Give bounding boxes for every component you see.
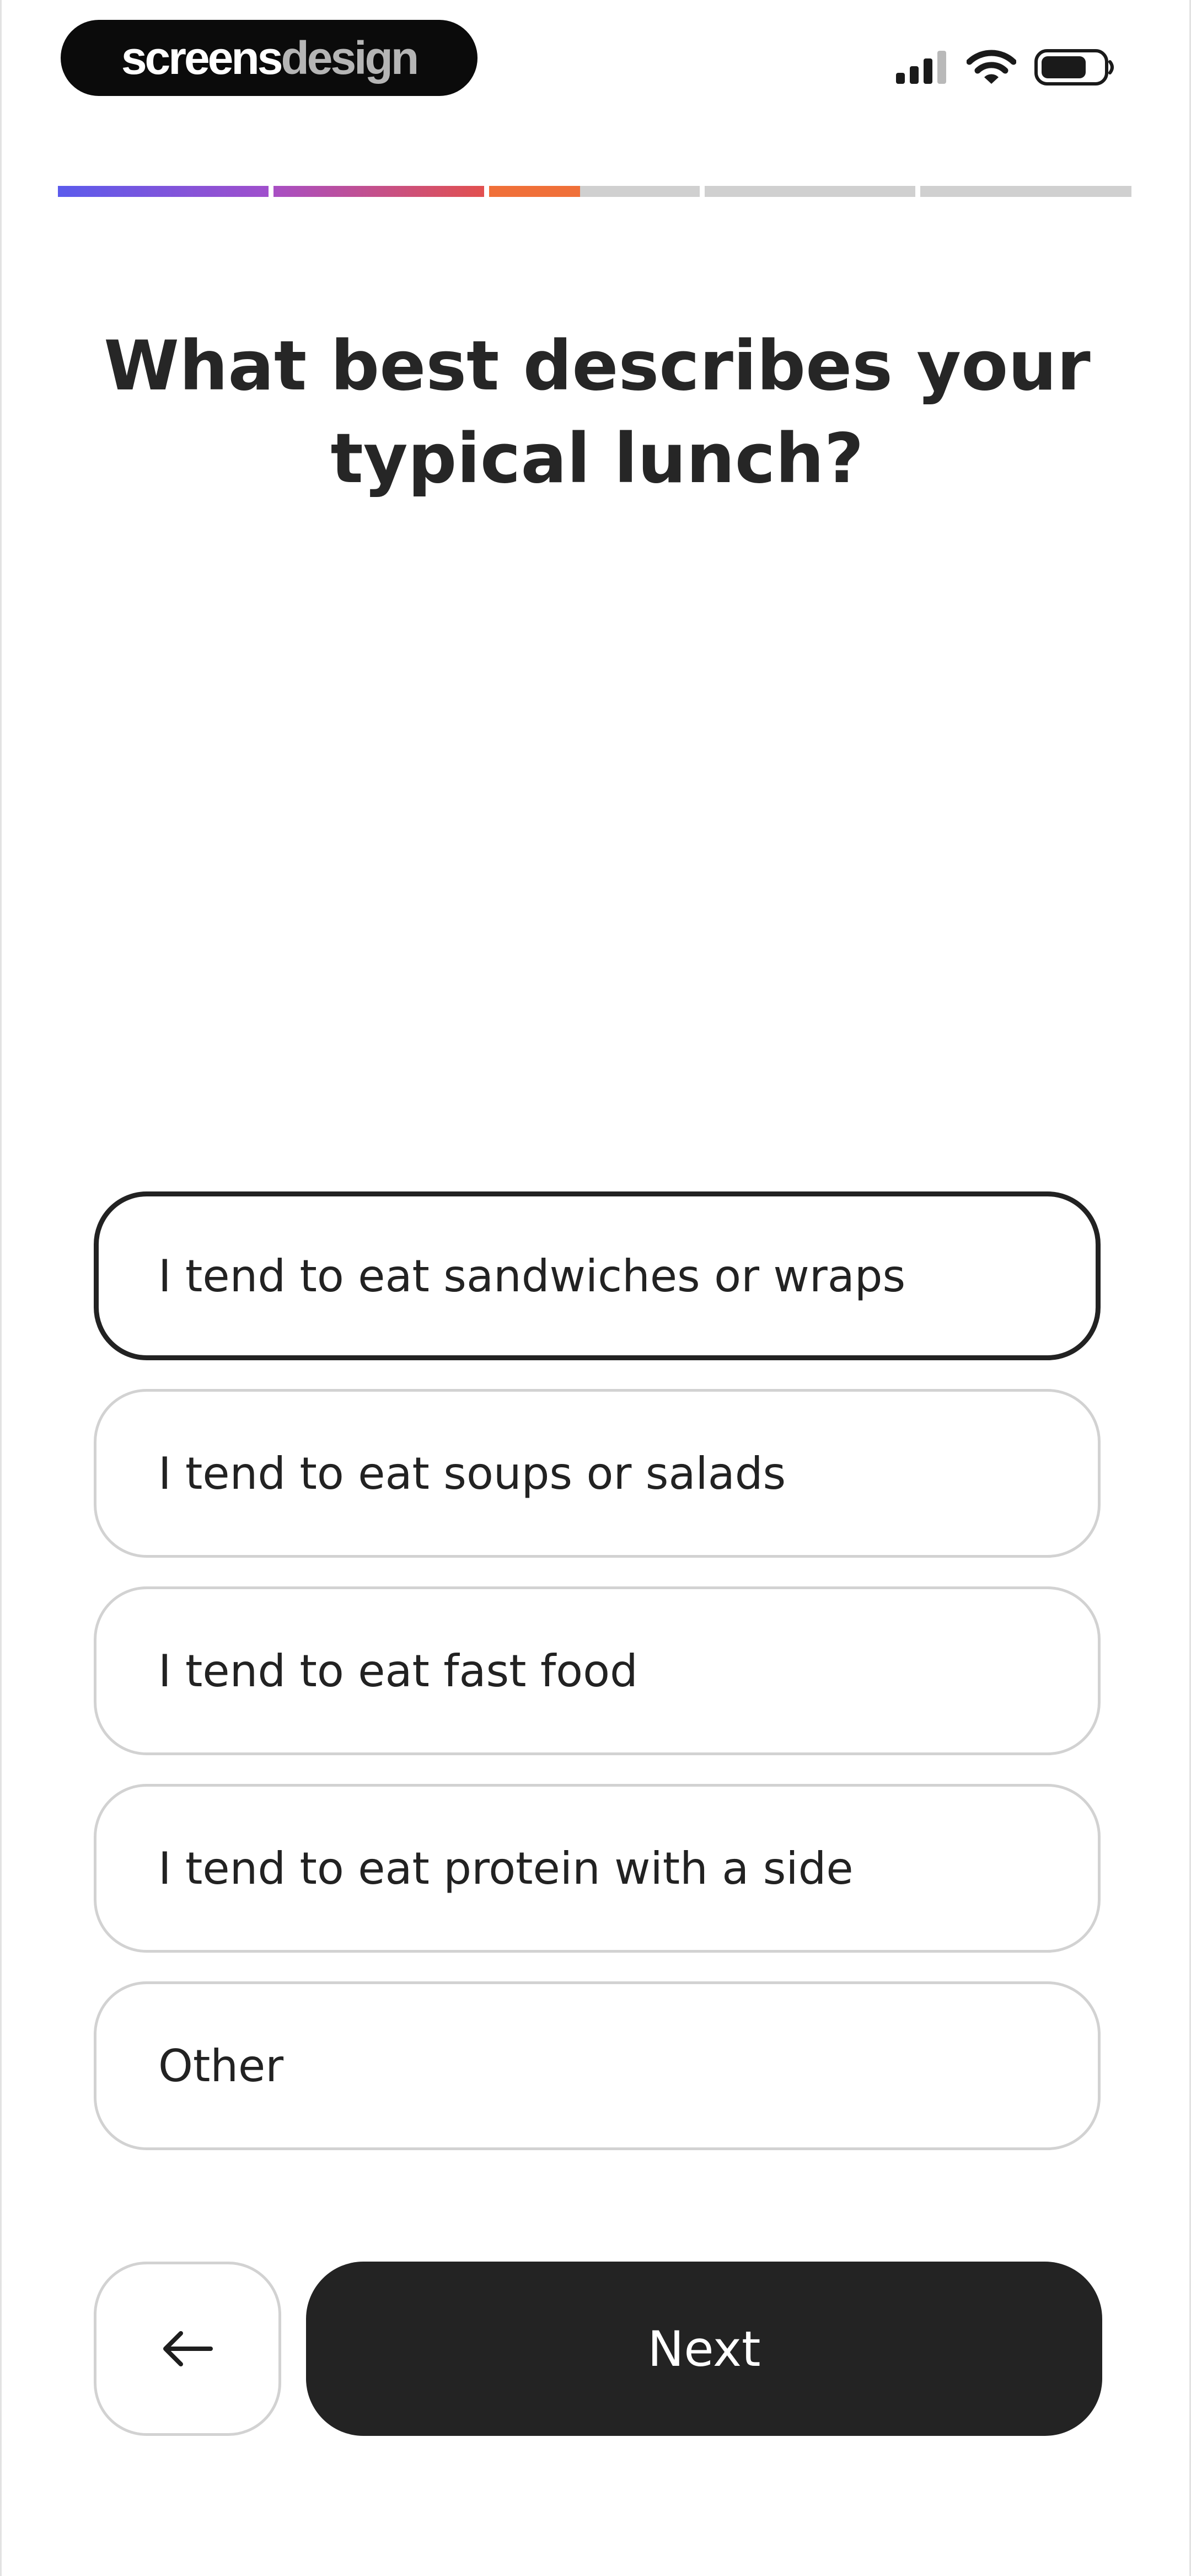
option-label: I tend to eat fast food — [158, 1645, 638, 1697]
progress-fill — [273, 186, 484, 197]
back-button[interactable] — [94, 2262, 281, 2436]
option-other[interactable]: Other — [94, 1981, 1101, 2150]
brand-logo: screens design — [61, 20, 478, 96]
progress-bar — [58, 186, 1131, 197]
option-label: I tend to eat sandwiches or wraps — [158, 1250, 906, 1302]
answer-options: I tend to eat sandwiches or wraps I tend… — [94, 1191, 1101, 2179]
progress-segment — [705, 186, 915, 197]
wifi-icon — [967, 50, 1016, 84]
brand-text-secondary: design — [281, 31, 419, 84]
battery-icon — [1034, 49, 1114, 85]
option-label: I tend to eat soups or salads — [158, 1447, 786, 1499]
option-sandwiches-or-wraps[interactable]: I tend to eat sandwiches or wraps — [94, 1191, 1101, 1360]
screen: screens design What best describes your … — [0, 0, 1191, 2576]
question-line-1: What best describes your — [104, 327, 1091, 406]
next-button[interactable]: Next — [306, 2262, 1102, 2436]
status-icons — [896, 47, 1117, 87]
question-line-2: typical lunch? — [330, 419, 864, 499]
option-protein-with-side[interactable]: I tend to eat protein with a side — [94, 1784, 1101, 1953]
brand-text-primary: screens — [121, 31, 283, 84]
cellular-signal-icon — [896, 51, 946, 84]
option-fast-food[interactable]: I tend to eat fast food — [94, 1586, 1101, 1755]
option-label: Other — [158, 2040, 284, 2092]
progress-segment — [920, 186, 1131, 197]
arrow-left-icon — [163, 2331, 213, 2366]
option-soups-or-salads[interactable]: I tend to eat soups or salads — [94, 1389, 1101, 1558]
next-button-label: Next — [647, 2320, 761, 2377]
option-label: I tend to eat protein with a side — [158, 1842, 854, 1894]
progress-fill — [58, 186, 269, 197]
question-title: What best describes your typical lunch? — [90, 320, 1104, 505]
progress-fill — [489, 186, 580, 197]
